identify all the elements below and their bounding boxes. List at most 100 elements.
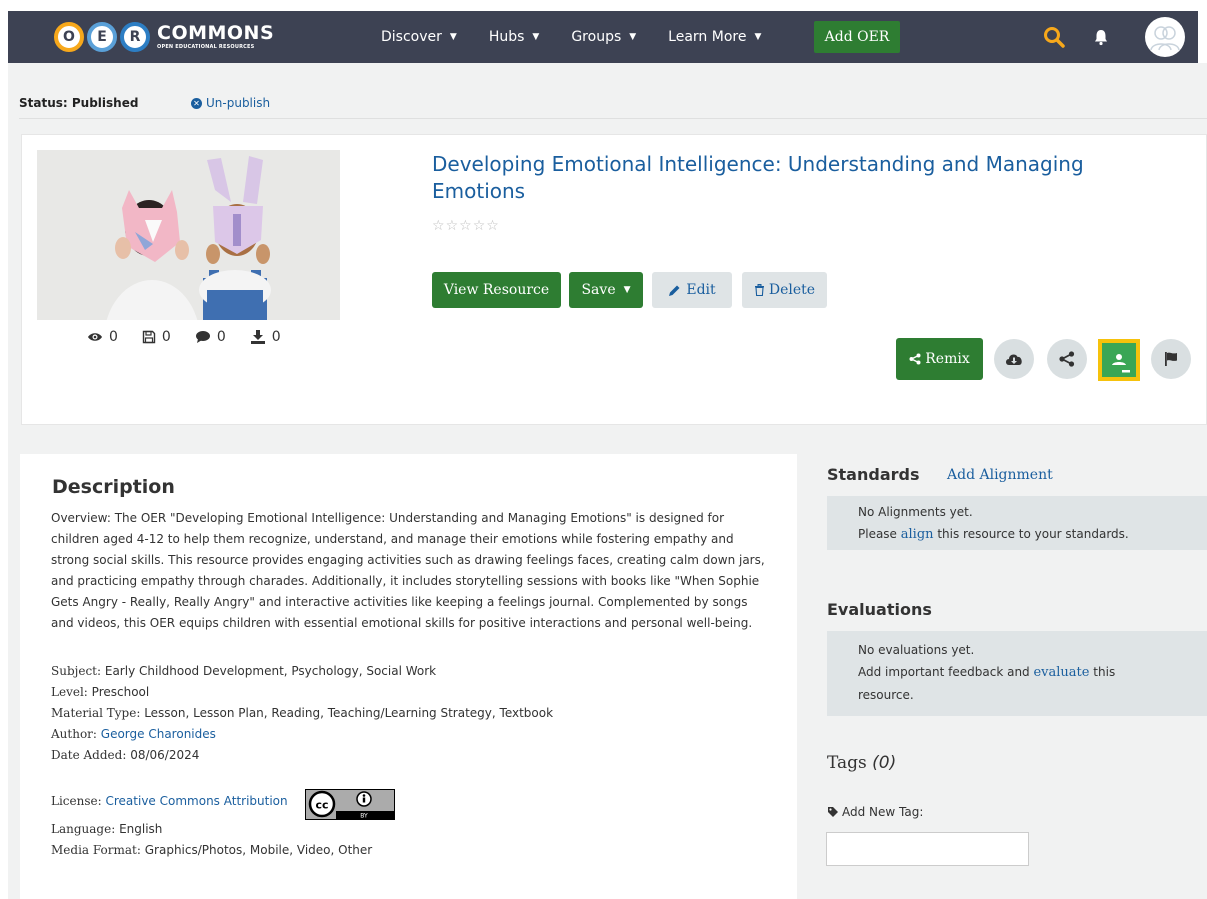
view-resource-button[interactable]: View Resource [432, 272, 561, 308]
share-icon [1059, 351, 1075, 367]
oer-commons-logo[interactable]: O E R COMMONS OPEN EDUCATIONAL RESOURCES [54, 19, 274, 55]
divider [19, 118, 1207, 119]
chevron-down-icon: ▼ [532, 32, 540, 42]
standards-empty-hint: Please align this resource to your stand… [858, 523, 1207, 546]
remix-label: Remix [925, 351, 970, 367]
eye-icon [88, 333, 102, 341]
publish-status: Status: Published [19, 96, 139, 110]
nav-learn-more-label: Learn More [668, 29, 747, 45]
standards-empty-text: No Alignments yet. [858, 505, 973, 519]
trash-icon [754, 284, 764, 296]
resource-stats: 0 0 0 0 [87, 329, 305, 345]
date-added-value: 08/06/2024 [130, 748, 200, 762]
save-dropdown-button[interactable]: Save ▼ [569, 272, 643, 308]
user-avatar-icon [1150, 26, 1180, 51]
star-icon[interactable]: ☆ [432, 218, 445, 234]
subject-value: Early Childhood Development, Psychology,… [104, 664, 437, 678]
save-floppy-icon [142, 330, 156, 344]
date-added-label: Date Added: [51, 748, 127, 762]
level-label: Level: [51, 685, 88, 699]
language-label: Language: [51, 822, 116, 836]
google-classroom-button[interactable] [1098, 339, 1140, 381]
tags-heading-label: Tags [827, 753, 867, 773]
align-link[interactable]: align [901, 527, 934, 542]
new-tag-input[interactable] [826, 832, 1029, 866]
saves-stat: 0 [142, 329, 171, 345]
license-link[interactable]: Creative Commons Attribution [106, 794, 288, 808]
share-button[interactable] [1047, 339, 1087, 379]
edit-label: Edit [686, 282, 716, 298]
flag-button[interactable] [1151, 339, 1191, 379]
star-icon[interactable]: ☆ [459, 218, 472, 234]
description-heading: Description [52, 476, 175, 498]
bell-icon[interactable] [1093, 28, 1109, 46]
add-oer-button[interactable]: Add OER [814, 21, 900, 53]
media-format-label: Media Format: [51, 843, 141, 857]
nav-learn-more[interactable]: Learn More ▼ [668, 29, 761, 45]
logo-letter-e: E [87, 22, 117, 52]
date-added-row: Date Added: 08/06/2024 [51, 748, 199, 762]
resource-thumbnail[interactable] [37, 150, 340, 320]
nav-discover-label: Discover [381, 29, 442, 45]
evaluations-hint-pre: Add important feedback and [858, 665, 1034, 679]
remix-button[interactable]: Remix [896, 338, 983, 380]
main-nav: Discover ▼ Hubs ▼ Groups ▼ Learn More ▼ [381, 11, 793, 63]
media-format-row: Media Format: Graphics/Photos, Mobile, V… [51, 843, 372, 857]
tags-count: (0) [872, 753, 897, 773]
standards-hint-pre: Please [858, 527, 901, 541]
search-icon[interactable] [1043, 26, 1065, 48]
add-new-tag-text: Add New Tag: [842, 805, 924, 819]
edit-button[interactable]: Edit [652, 272, 732, 308]
by-badge-text: BY [360, 813, 368, 820]
google-classroom-icon [1102, 343, 1136, 377]
nav-groups[interactable]: Groups ▼ [571, 29, 636, 45]
subject-label: Subject: [51, 664, 102, 678]
nav-discover[interactable]: Discover ▼ [381, 29, 457, 45]
material-type-value: Lesson, Lesson Plan, Reading, Teaching/L… [144, 706, 554, 720]
author-label: Author: [51, 727, 97, 741]
evaluate-link[interactable]: evaluate [1033, 665, 1089, 680]
user-avatar[interactable] [1145, 17, 1185, 57]
top-navbar: O E R COMMONS OPEN EDUCATIONAL RESOURCES… [8, 11, 1198, 63]
cc-by-badge[interactable]: cc BY [305, 789, 395, 820]
star-rating[interactable]: ☆ ☆ ☆ ☆ ☆ [432, 218, 500, 234]
unpublish-label: Un-publish [206, 96, 271, 110]
license-row: License: Creative Commons Attribution [51, 794, 288, 808]
share-nodes-icon [909, 353, 921, 365]
star-icon[interactable]: ☆ [486, 218, 499, 234]
download-icon [250, 330, 265, 344]
tags-heading: Tags (0) [827, 753, 896, 773]
star-icon[interactable]: ☆ [473, 218, 486, 234]
cloud-download-icon [1006, 354, 1022, 365]
delete-button[interactable]: Delete [742, 272, 827, 308]
nav-hubs[interactable]: Hubs ▼ [489, 29, 540, 45]
flag-icon [1165, 352, 1177, 366]
level-row: Level: Preschool [51, 685, 149, 699]
evaluations-empty-box: No evaluations yet. Add important feedba… [827, 631, 1207, 716]
standards-empty-box: No Alignments yet. Please align this res… [827, 496, 1207, 550]
author-row: Author: George Charonides [51, 727, 216, 741]
description-overview: Overview: The OER "Developing Emotional … [51, 511, 765, 630]
comment-icon [195, 331, 210, 343]
evaluations-empty-text: No evaluations yet. [858, 643, 975, 657]
resource-title[interactable]: Developing Emotional Intelligence: Under… [432, 151, 1132, 205]
add-new-tag-label: Add New Tag: [827, 805, 923, 819]
material-type-row: Material Type: Lesson, Lesson Plan, Read… [51, 706, 553, 720]
evaluations-empty-hint: Add important feedback and evaluate this… [858, 661, 1147, 706]
material-type-label: Material Type: [51, 706, 141, 720]
pencil-icon [669, 285, 680, 296]
close-circle-icon: ✕ [191, 97, 202, 109]
star-icon[interactable]: ☆ [446, 218, 459, 234]
caret-down-icon: ▼ [623, 285, 631, 295]
logo-letter-o: O [54, 22, 84, 52]
add-alignment-link[interactable]: Add Alignment [947, 467, 1053, 483]
standards-heading: Standards [827, 465, 920, 484]
author-link[interactable]: George Charonides [101, 727, 216, 741]
tag-icon [828, 807, 838, 817]
logo-wordmark: COMMONS OPEN EDUCATIONAL RESOURCES [157, 24, 274, 50]
saves-count: 0 [161, 329, 171, 345]
logo-name: COMMONS [157, 22, 275, 44]
cloud-download-button[interactable] [994, 339, 1034, 379]
logo-letter-r: R [120, 22, 150, 52]
unpublish-link[interactable]: ✕ Un-publish [191, 96, 270, 110]
